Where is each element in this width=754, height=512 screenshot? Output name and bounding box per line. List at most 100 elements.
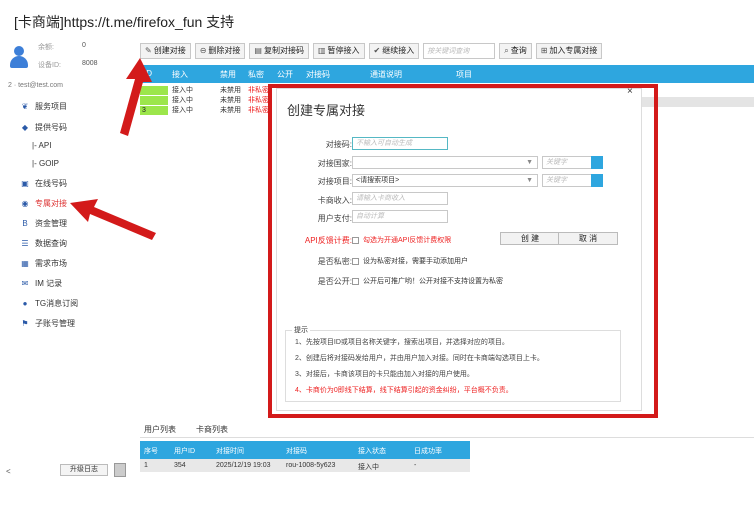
tab-merchant-list[interactable]: 卡商列表 [196,424,228,438]
merchant-income-input[interactable]: 请输入卡商收入 [352,192,448,205]
tab-user-list[interactable]: 用户列表 [144,424,176,438]
close-icon[interactable]: × [627,86,633,97]
cell-user-id: 354 [174,462,186,469]
funds-icon: B [22,218,28,228]
col-disabled[interactable]: 禁用 [220,69,236,80]
diamond-icon: ◆ [21,122,29,132]
docking-code-input[interactable]: 不输入可自动生成 [352,137,448,150]
cell-docking-code: rou-1008-5y623 [286,462,336,469]
col-code[interactable]: 对接码 [306,69,330,80]
sidebar-item-services[interactable]: ❦ 服务项目 [20,99,67,113]
market-icon: ▦ [21,258,29,268]
dialog-title: 创建专属对接 [287,103,366,118]
api-billing-checkbox[interactable]: 勾选为开通API反馈计费权限 [352,235,451,245]
tip-2: 2、创建后将对接码发给用户，并由用户加入对接。同时在卡商端勾选项目上卡。 [295,355,544,362]
col-seq[interactable]: 序号 [144,446,158,456]
user-avatar-icon [10,46,28,68]
globe-icon: ◉ [21,198,29,208]
sidebar-item-sub-accounts[interactable]: ⚑ 子账号管理 [20,316,75,330]
page-title: [卡商端]https://t.me/firefox_fun 支持 [14,14,235,30]
device-row: 设备ID: 8008 [38,60,98,70]
copy-code-button[interactable]: ▤ 复制对接码 [249,43,309,59]
cell-success-rate: - [414,462,417,469]
sidebar-item-goip[interactable]: |- GOIP [32,156,59,170]
private-checkbox[interactable]: 设为私密对接，需要手动添加用户 [352,256,468,266]
project-select[interactable]: <请搜索项目> ▼ [352,174,538,187]
sidebar-item-funds[interactable]: B 资金管理 [20,216,67,230]
row-disabled: 未禁用 [220,97,241,104]
create-button[interactable]: 创 建 [500,232,560,245]
delete-icon: ⊖ [199,46,207,55]
telegram-icon: ● [22,298,28,308]
search-icon: ⌕ [504,46,509,55]
toolbar: ✎创建对接 ⊖删除对接 ▤复制对接码 ▥暂停接入 ✔继续接入 ⌕查询 ⊞加入专属… [140,43,603,59]
balance-value: 0 [82,42,86,49]
col-private[interactable]: 私密 [248,69,264,80]
col-channel[interactable]: 通道说明 [370,69,402,80]
country-keyword-input[interactable]: 关键字 [542,156,592,169]
project-search-button[interactable] [591,174,603,187]
create-docking-button[interactable]: ✎ 创建对接 [140,43,191,59]
code-label: 对接码: [325,140,352,149]
sidebar-item-api[interactable]: |- API [32,138,51,152]
table-row[interactable]: 1 354 2025/12/19 19:03 rou-1008-5y623 接入… [140,459,470,472]
add-icon: ⊞ [540,46,548,55]
tip-4: 4、卡商价为0即线下结算，线下结算引起的资金纠纷，平台概不负责。 [295,387,513,394]
row-private: 非私密 [248,97,269,104]
income-label: 卡商收入: [317,196,352,205]
join-docking-button[interactable]: ⊞ 加入专属对接 [535,43,603,59]
pencil-icon: ✎ [145,46,152,55]
tab-divider [140,437,754,438]
mini-avatar[interactable] [114,463,126,477]
col-docking-code[interactable]: 对接码 [286,446,307,456]
cell-time: 2025/12/19 19:03 [216,462,271,469]
private-label: 是否私密: [317,257,352,266]
col-time[interactable]: 对接时间 [216,446,244,456]
services-icon: ❦ [21,101,29,111]
resume-access-button[interactable]: ✔ 继续接入 [368,43,420,59]
tips-title: 提示 [292,325,310,335]
sidebar-item-demand-market[interactable]: ▦ 需求市场 [20,256,67,270]
sidebar-item-im-records[interactable]: ✉ IM 记录 [20,276,62,290]
arrow-to-create-button-icon [120,58,152,136]
project-label: 对接项目: [317,177,352,186]
device-label: 设备ID: [38,62,61,69]
row-disabled: 未禁用 [220,87,241,94]
row-private: 非私密 [248,107,269,114]
row-disabled: 未禁用 [220,107,241,114]
user-payment-input[interactable]: 自动计算 [352,210,448,223]
upgrade-log-button[interactable]: 升级日志 [60,464,108,476]
col-user-id[interactable]: 用户ID [174,446,195,456]
country-search-button[interactable] [591,156,603,169]
public-checkbox[interactable]: 公开后可推广哟！公开对接不支持设置为私密 [352,276,503,286]
bottom-tabs: 用户列表 卡商列表 [144,424,228,438]
sidebar-item-tg-subscription[interactable]: ● TG消息订阅 [20,296,79,310]
copy-icon: ▤ [254,46,262,55]
col-access[interactable]: 接入 [172,69,188,80]
country-label: 对接国家: [317,159,352,168]
col-success-rate[interactable]: 日成功率 [414,446,442,456]
delete-docking-button[interactable]: ⊖ 删除对接 [194,43,246,59]
keyword-search-input[interactable] [423,43,496,59]
chevron-down-icon: ▼ [526,159,533,166]
sidebar-item-online-numbers[interactable]: ▣ 在线号码 [20,176,67,190]
device-value: 8008 [82,60,98,67]
sidebar-item-data-query[interactable]: ☰ 数据查询 [20,236,67,250]
user-email: 2 · test@test.com [8,82,63,89]
collapse-sidebar-button[interactable]: < [6,467,11,476]
country-select[interactable]: ▼ [352,156,538,169]
arrow-to-sidebar-item-icon [70,199,156,240]
sidebar-item-provide-numbers[interactable]: ◆ 提供号码 [20,120,67,134]
col-access-status[interactable]: 接入状态 [358,446,386,456]
api-billing-label: API反馈计费: [304,236,352,245]
col-public[interactable]: 公开 [277,69,293,80]
tip-3: 3、对接后，卡商该项目的卡只能由加入对接的用户使用。 [295,371,474,378]
cancel-button[interactable]: 取 消 [558,232,618,245]
balance-row: 余额: 0 [38,42,86,52]
col-project[interactable]: 项目 [456,69,472,80]
sidebar-item-exclusive-docking[interactable]: ◉ 专属对接 [20,196,68,210]
row-private: 非私密 [248,87,269,94]
project-keyword-input[interactable]: 关键字 [542,174,592,187]
pause-access-button[interactable]: ▥ 暂停接入 [312,43,365,59]
query-button[interactable]: ⌕ 查询 [499,43,532,59]
